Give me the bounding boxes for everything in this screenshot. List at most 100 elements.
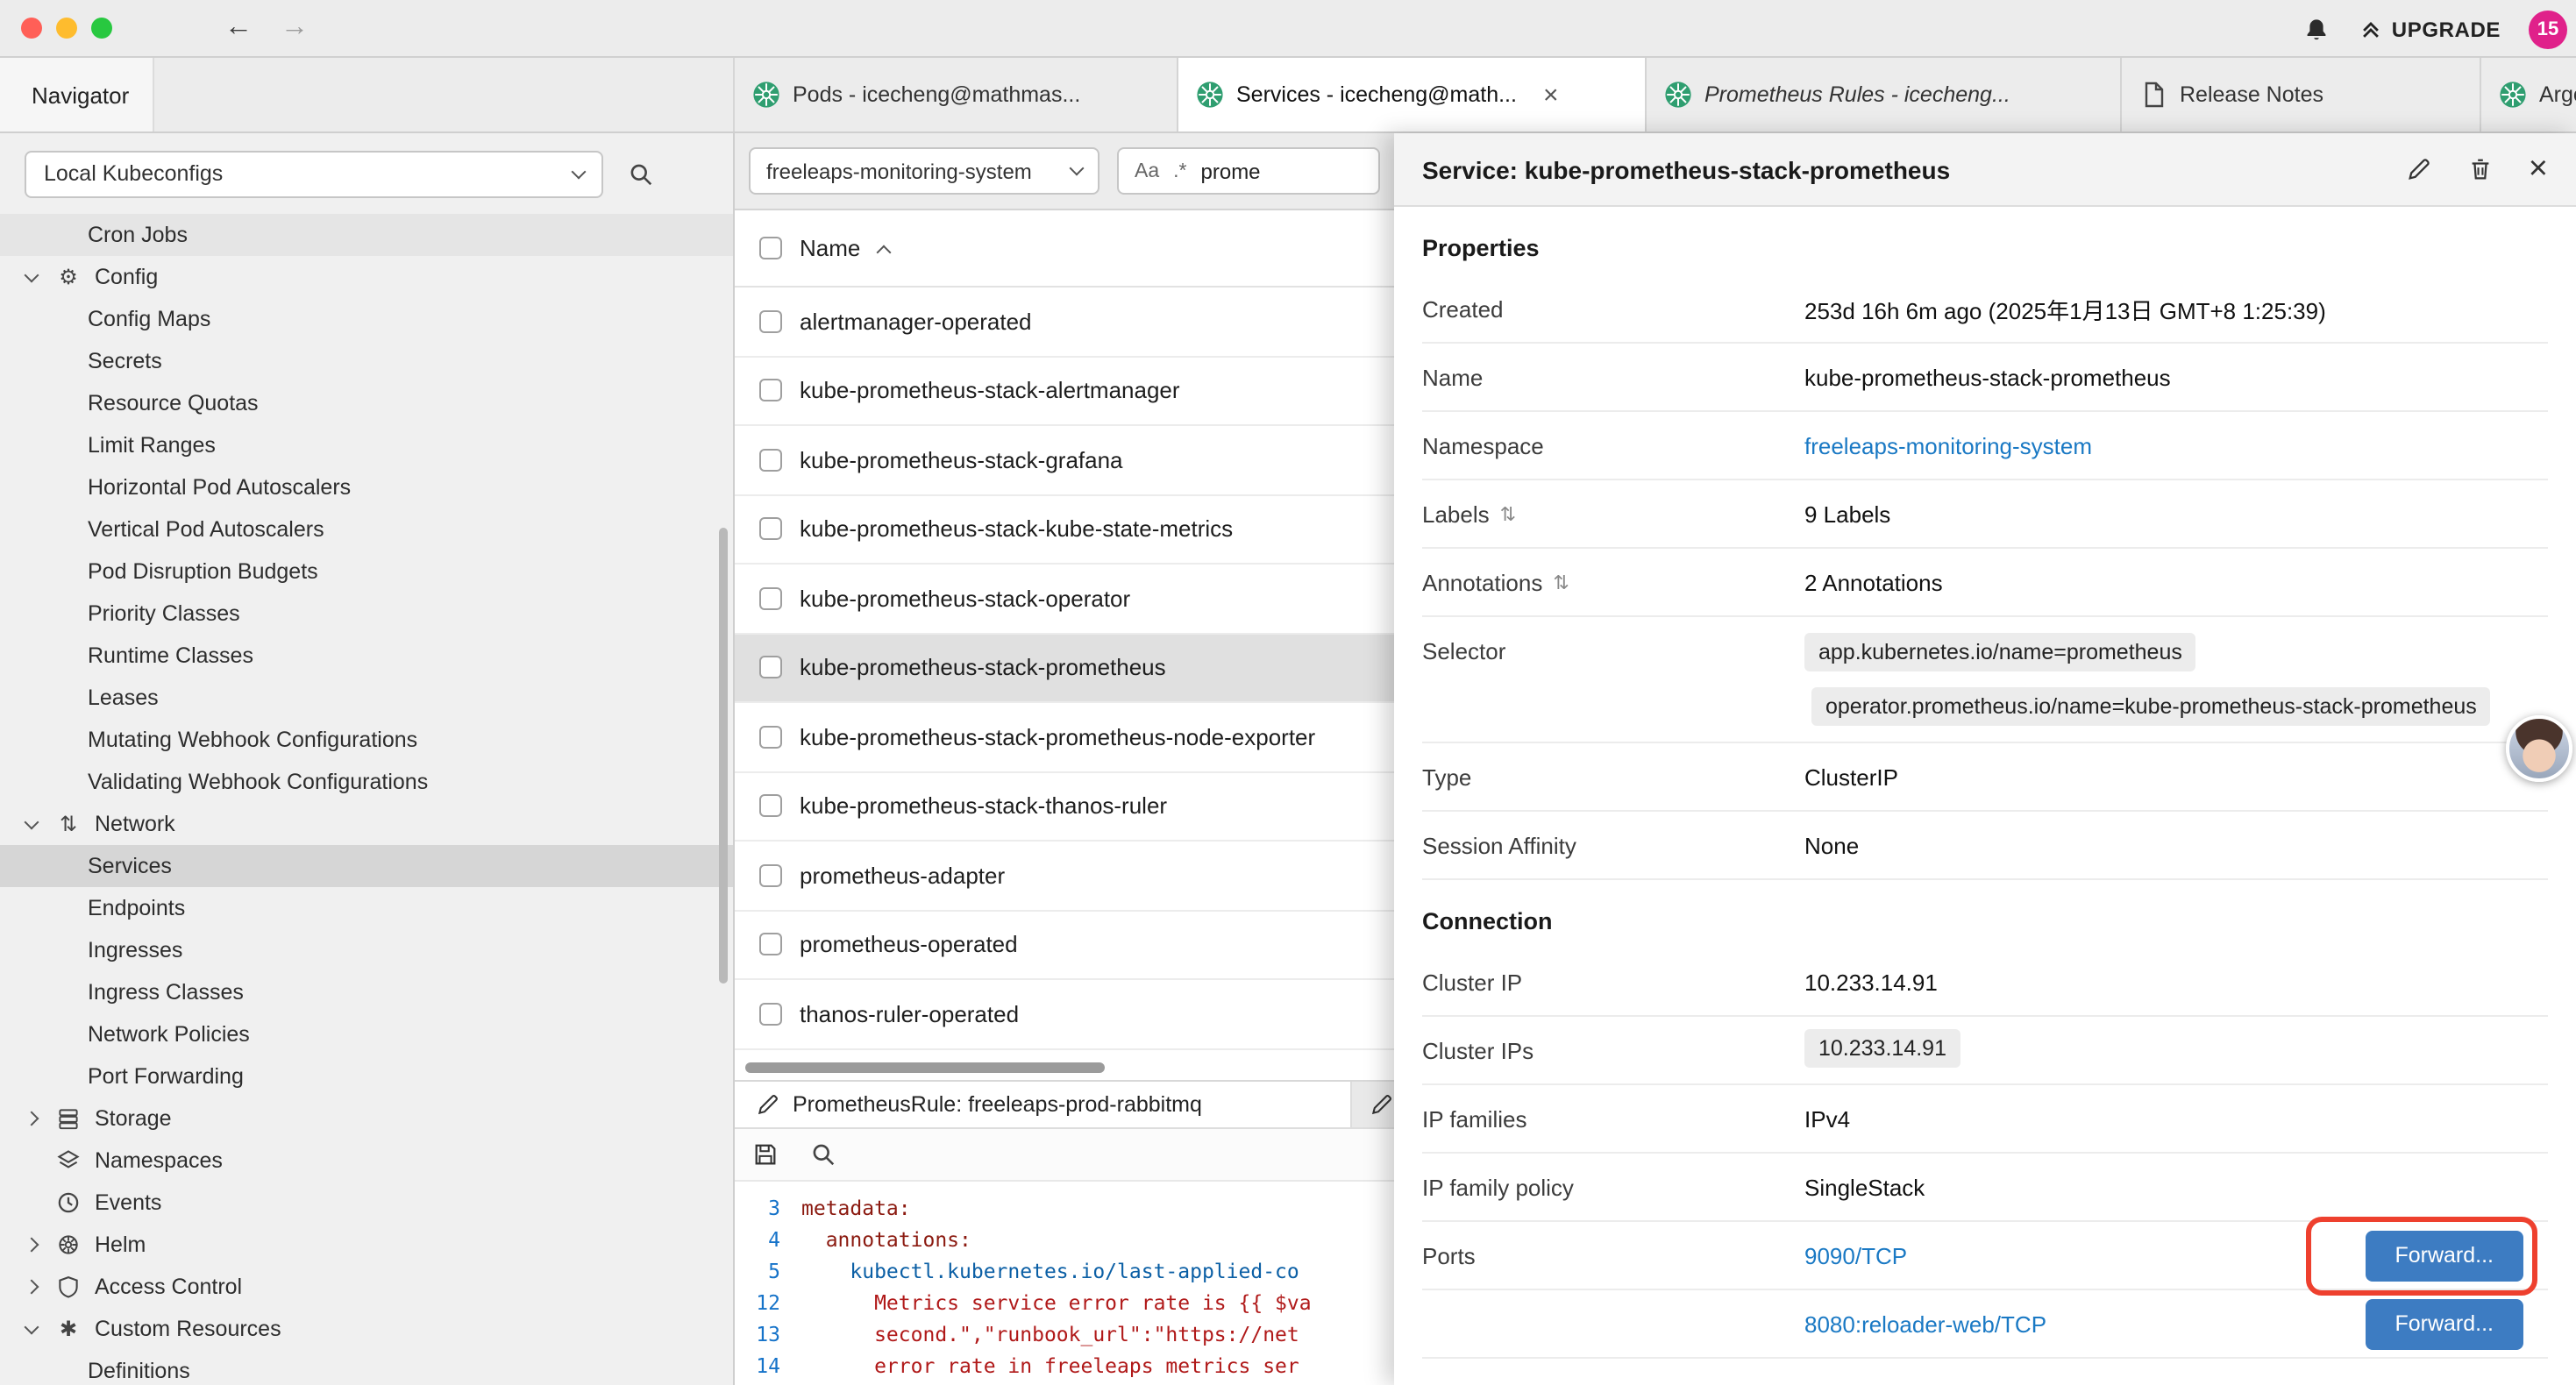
code-text: kubectl.kubernetes.io/last-applied-co — [801, 1255, 1299, 1287]
detail-row-annotations: Annotations⇅ 2 Annotations — [1422, 549, 2548, 617]
sidebar-item-events[interactable]: Events — [0, 1182, 733, 1224]
table-row[interactable]: kube-prometheus-stack-grafana — [735, 426, 1394, 495]
sidebar-item-horizontal-pod-autoscalers[interactable]: Horizontal Pod Autoscalers — [0, 466, 733, 508]
notifications-bell-icon[interactable] — [2302, 15, 2330, 43]
kubeconfig-select[interactable]: Local Kubeconfigs — [25, 150, 603, 197]
sidebar-item-cron-jobs[interactable]: Cron Jobs — [0, 214, 733, 256]
sidebar-item-validating-webhook-configurations[interactable]: Validating Webhook Configurations — [0, 761, 733, 803]
name-column-header[interactable]: Name — [800, 235, 860, 261]
tab-pods[interactable]: Pods - icecheng@mathmas... — [735, 58, 1178, 131]
sidebar-group-access-control[interactable]: Access Control — [0, 1266, 733, 1308]
notification-count-badge[interactable]: 15 — [2529, 10, 2567, 48]
sidebar-group-custom-resources[interactable]: ✱Custom Resources — [0, 1308, 733, 1350]
sidebar-item-endpoints[interactable]: Endpoints — [0, 887, 733, 929]
table-row[interactable]: kube-prometheus-stack-thanos-ruler — [735, 772, 1394, 842]
table-row[interactable]: thanos-ruler-operated — [735, 980, 1394, 1049]
namespace-link[interactable]: freeleaps-monitoring-system — [1804, 432, 2092, 458]
sidebar-item-services[interactable]: Services — [0, 845, 733, 887]
sidebar-item-runtime-classes[interactable]: Runtime Classes — [0, 635, 733, 677]
regex-toggle[interactable]: .* — [1173, 160, 1186, 181]
sidebar-item-limit-ranges[interactable]: Limit Ranges — [0, 424, 733, 466]
row-label: Annotations — [1422, 569, 1542, 595]
user-avatar[interactable] — [2506, 715, 2572, 782]
close-window-button[interactable] — [21, 18, 42, 39]
navigator-tab[interactable]: Navigator — [0, 58, 154, 131]
table-row[interactable]: alertmanager-operated — [735, 288, 1394, 357]
sidebar-item-resource-quotas[interactable]: Resource Quotas — [0, 382, 733, 424]
sidebar-item-label: Secrets — [88, 349, 162, 373]
maximize-window-button[interactable] — [91, 18, 112, 39]
sidebar-item-config-maps[interactable]: Config Maps — [0, 298, 733, 340]
tab-release-notes[interactable]: Release Notes — [2122, 58, 2481, 131]
delete-trash-icon[interactable] — [2467, 156, 2494, 182]
table-row[interactable]: prometheus-operated — [735, 911, 1394, 980]
yaml-editor[interactable]: 3metadata: 4 annotations: 5 kubectl.kube… — [735, 1182, 1394, 1385]
row-checkbox[interactable] — [759, 934, 782, 956]
sidebar-group-storage[interactable]: Storage — [0, 1097, 733, 1140]
table-search-input[interactable]: Aa .* prome — [1117, 147, 1380, 195]
sidebar-item-label: Config — [95, 265, 158, 289]
sidebar-item-ingresses[interactable]: Ingresses — [0, 929, 733, 971]
sidebar-item-priority-classes[interactable]: Priority Classes — [0, 593, 733, 635]
match-case-toggle[interactable]: Aa — [1135, 160, 1159, 181]
table-row[interactable]: kube-prometheus-stack-prometheus-node-ex… — [735, 703, 1394, 772]
port-forward-button[interactable]: Forward... — [2365, 1298, 2523, 1349]
sidebar-item-port-forwarding[interactable]: Port Forwarding — [0, 1055, 733, 1097]
table-row[interactable]: kube-prometheus-stack-alertmanager — [735, 357, 1394, 426]
sidebar-item-mutating-webhook-configurations[interactable]: Mutating Webhook Configurations — [0, 719, 733, 761]
search-icon[interactable] — [810, 1141, 836, 1168]
sort-icon[interactable]: ⇅ — [1553, 571, 1569, 593]
row-checkbox[interactable] — [759, 310, 782, 333]
forward-arrow-icon[interactable]: → — [281, 12, 309, 44]
sidebar-item-namespaces[interactable]: Namespaces — [0, 1140, 733, 1182]
sidebar-group-helm[interactable]: Helm — [0, 1224, 733, 1266]
close-icon[interactable]: × — [1543, 82, 1559, 108]
table-row[interactable]: prometheus-adapter — [735, 842, 1394, 911]
tab-prometheus-rules[interactable]: Prometheus Rules - icecheng... — [1647, 58, 2122, 131]
sidebar-group-config[interactable]: ⚙Config — [0, 256, 733, 298]
row-checkbox[interactable] — [759, 657, 782, 679]
sidebar-item-ingress-classes[interactable]: Ingress Classes — [0, 971, 733, 1013]
namespace-select[interactable]: freeleaps-monitoring-system — [749, 147, 1099, 195]
upgrade-button[interactable]: UPGRADE — [2359, 17, 2501, 41]
sidebar-scrollbar[interactable] — [719, 528, 728, 984]
sidebar-item-secrets[interactable]: Secrets — [0, 340, 733, 382]
sort-ascending-icon[interactable] — [876, 245, 891, 259]
sidebar-item-vertical-pod-autoscalers[interactable]: Vertical Pod Autoscalers — [0, 508, 733, 550]
row-checkbox[interactable] — [759, 587, 782, 610]
close-icon[interactable]: × — [2529, 153, 2548, 186]
port-link[interactable]: 9090/TCP — [1804, 1242, 1907, 1268]
sort-icon[interactable]: ⇅ — [1500, 502, 1516, 525]
row-checkbox[interactable] — [759, 518, 782, 541]
table-row[interactable]: kube-prometheus-stack-kube-state-metrics — [735, 495, 1394, 565]
row-checkbox[interactable] — [759, 726, 782, 749]
sidebar-item-leases[interactable]: Leases — [0, 677, 733, 719]
sidebar-item-network-policies[interactable]: Network Policies — [0, 1013, 733, 1055]
tab-argo[interactable]: Argo Se — [2481, 58, 2576, 131]
search-icon[interactable] — [628, 160, 654, 187]
port-link[interactable]: 8080:reloader-web/TCP — [1804, 1310, 2046, 1337]
sidebar-item-definitions[interactable]: Definitions — [0, 1350, 733, 1385]
table-row[interactable]: kube-prometheus-stack-operator — [735, 565, 1394, 634]
horizontal-scrollbar-thumb[interactable] — [745, 1062, 1105, 1073]
sidebar-group-network[interactable]: ⇅Network — [0, 803, 733, 845]
row-label: Session Affinity — [1422, 832, 1576, 858]
row-checkbox[interactable] — [759, 1003, 782, 1026]
back-arrow-icon[interactable]: ← — [224, 12, 253, 44]
edit-pencil-icon[interactable] — [2406, 156, 2432, 182]
row-checkbox[interactable] — [759, 864, 782, 887]
upgrade-chevrons-icon — [2359, 17, 2383, 41]
editor-tab-prometheusrule[interactable]: PrometheusRule: freeleaps-prod-rabbitmq — [735, 1082, 1352, 1127]
table-row-selected[interactable]: kube-prometheus-stack-prometheus — [735, 634, 1394, 703]
save-icon[interactable] — [752, 1141, 779, 1168]
editor-tab-partial[interactable] — [1352, 1082, 1394, 1127]
port-forward-button[interactable]: Forward... — [2365, 1230, 2523, 1281]
tab-services[interactable]: Services - icecheng@math... × — [1178, 58, 1647, 131]
row-checkbox[interactable] — [759, 795, 782, 818]
sidebar-item-pod-disruption-budgets[interactable]: Pod Disruption Budgets — [0, 550, 733, 593]
row-checkbox[interactable] — [759, 449, 782, 472]
custom-resources-icon: ✱ — [53, 1317, 84, 1341]
row-checkbox[interactable] — [759, 380, 782, 402]
select-all-checkbox[interactable] — [759, 237, 782, 259]
minimize-window-button[interactable] — [56, 18, 77, 39]
